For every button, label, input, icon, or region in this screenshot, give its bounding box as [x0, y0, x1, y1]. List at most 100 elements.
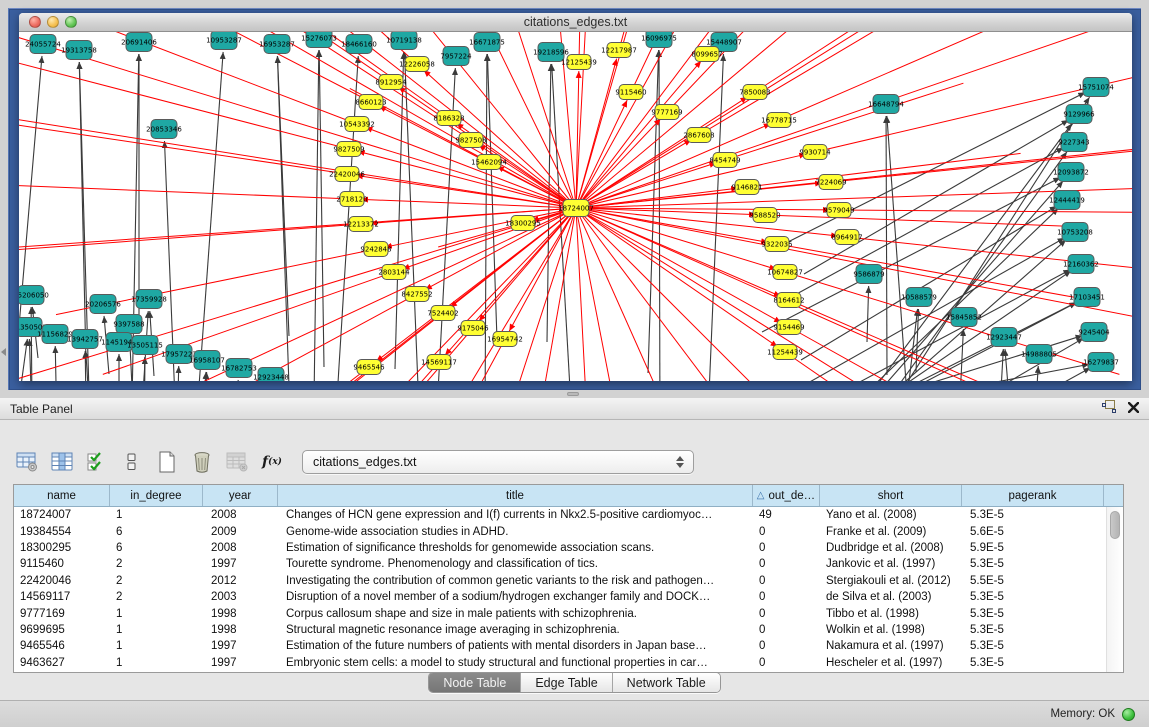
graph-node-cited[interactable]: 16671875	[469, 33, 505, 52]
graph-node-cited[interactable]: 9397588	[113, 315, 144, 334]
cell-out_de[interactable]: 0	[753, 591, 820, 603]
cell-out_de[interactable]: 0	[753, 575, 820, 587]
close-window-button[interactable]	[29, 16, 41, 28]
graph-node-cited[interactable]: 20853346	[146, 120, 182, 139]
graph-node-citing[interactable]: 8912954	[375, 75, 407, 90]
cell-pagerank[interactable]: 5.3E-5	[962, 558, 1104, 570]
cell-pagerank[interactable]: 5.3E-5	[962, 591, 1104, 603]
graph-node-cited[interactable]: 14988805	[1021, 345, 1057, 364]
graph-node-citing[interactable]: 7850083	[739, 85, 770, 100]
graph-node-citing[interactable]: 14569117	[421, 355, 457, 370]
cell-title[interactable]: Embryonic stem cells: a model to study s…	[278, 657, 753, 669]
table-mode-icon[interactable]	[14, 448, 40, 476]
graph-node-cited[interactable]: 13505115	[127, 336, 163, 355]
graph-node-citing[interactable]: 9154469	[773, 320, 804, 335]
citation-network-graph[interactable]: 2405572419313758206914061095328716953287…	[19, 32, 1132, 381]
graph-node-citing[interactable]: 8164612	[773, 293, 804, 308]
column-header-title[interactable]: title	[278, 485, 753, 506]
graph-node-hub[interactable]: 18724007	[558, 200, 594, 217]
cell-in_degree[interactable]: 1	[110, 509, 203, 521]
graph-node-cited[interactable]: 15276073	[301, 32, 337, 48]
column-header-year[interactable]: year	[203, 485, 278, 506]
graph-node-citing[interactable]: 2718120	[336, 192, 367, 207]
cell-name[interactable]: 9115460	[14, 558, 110, 570]
cell-out_de[interactable]: 0	[753, 657, 820, 669]
cell-name[interactable]: 9463627	[14, 657, 110, 669]
tab-node-table[interactable]: Node Table	[429, 673, 521, 692]
table-row[interactable]: 946554611997Estimation of the future num…	[14, 638, 1106, 654]
graph-node-citing[interactable]: 9930714	[799, 145, 831, 160]
cell-name[interactable]: 14569117	[14, 591, 110, 603]
network-window[interactable]: citations_edges.txt 24055724193137582069…	[19, 13, 1132, 381]
graph-node-citing[interactable]: 9322035	[761, 237, 792, 252]
show-column-icon[interactable]	[49, 448, 75, 476]
cell-in_degree[interactable]: 2	[110, 575, 203, 587]
table-panel-header[interactable]: Table Panel	[0, 398, 1149, 420]
cell-name[interactable]: 9699695	[14, 624, 110, 636]
column-header-short[interactable]: short	[820, 485, 962, 506]
graph-node-cited[interactable]: 16648794	[868, 95, 904, 114]
cell-title[interactable]: Tourette syndrome. Phenomenology and cla…	[278, 558, 753, 570]
cell-title[interactable]: Estimation of the future numbers of pati…	[278, 640, 753, 652]
cell-in_degree[interactable]: 6	[110, 526, 203, 538]
memory-status-indicator[interactable]	[1122, 708, 1135, 721]
graph-node-citing[interactable]: 2867608	[683, 128, 714, 143]
graph-node-cited[interactable]: 13942757	[67, 330, 103, 349]
graph-node-cited[interactable]: 18466160	[341, 35, 377, 54]
graph-node-cited[interactable]: 10753208	[1057, 223, 1093, 242]
split-divider-handle[interactable]	[567, 392, 579, 396]
select-columns-icon[interactable]	[84, 448, 110, 476]
scrollbar-thumb[interactable]	[1110, 511, 1120, 539]
graph-node-cited[interactable]: 16958107	[189, 351, 225, 370]
cell-short[interactable]: Stergiakouli et al. (2012)	[820, 575, 962, 587]
graph-node-cited[interactable]: 24055724	[25, 35, 61, 54]
close-panel-icon[interactable]	[1128, 400, 1139, 418]
cell-name[interactable]: 22420046	[14, 575, 110, 587]
graph-node-cited[interactable]: 20206576	[85, 295, 121, 314]
graph-node-citing[interactable]: 10674827	[767, 265, 803, 280]
cell-title[interactable]: Genome-wide association studies in ADHD.	[278, 526, 753, 538]
cell-year[interactable]: 1997	[203, 657, 278, 669]
cell-year[interactable]: 1997	[203, 640, 278, 652]
graph-node-citing[interactable]: 9827508	[455, 133, 486, 148]
graph-node-citing[interactable]: 7224069	[815, 175, 846, 190]
cell-in_degree[interactable]: 1	[110, 640, 203, 652]
graph-node-cited[interactable]: 7957224	[440, 47, 472, 66]
graph-node-cited[interactable]: 9227343	[1058, 133, 1089, 152]
float-panel-icon[interactable]	[1102, 400, 1116, 418]
cell-year[interactable]: 2009	[203, 526, 278, 538]
graph-node-citing[interactable]: 8964917	[831, 230, 862, 245]
cell-title[interactable]: Changes of HCN gene expression and I(f) …	[278, 509, 753, 521]
cell-in_degree[interactable]: 2	[110, 591, 203, 603]
cell-out_de[interactable]: 0	[753, 558, 820, 570]
column-header-name[interactable]: name	[14, 485, 110, 506]
cell-pagerank[interactable]: 5.5E-5	[962, 575, 1104, 587]
import-table-icon-disabled[interactable]	[224, 448, 250, 476]
table-row[interactable]: 977716911998Corpus callosum shape and si…	[14, 605, 1106, 621]
cell-short[interactable]: Tibbo et al. (1998)	[820, 608, 962, 620]
cell-name[interactable]: 18724007	[14, 509, 110, 521]
cell-name[interactable]: 19384554	[14, 526, 110, 538]
graph-node-citing[interactable]: 8186328	[433, 111, 464, 126]
cell-pagerank[interactable]: 5.3E-5	[962, 624, 1104, 636]
graph-node-cited[interactable]: 12923448	[253, 368, 289, 382]
graph-node-cited[interactable]: 20691406	[121, 33, 157, 52]
graph-node-cited[interactable]: 9245404	[1078, 323, 1110, 342]
graph-node-citing[interactable]: 9588520	[749, 208, 780, 223]
table-row[interactable]: 1830029562008Estimation of significance …	[14, 540, 1106, 556]
table-row[interactable]: 969969511998Structural magnetic resonanc…	[14, 622, 1106, 638]
panel-collapse-arrow-icon[interactable]	[1, 348, 6, 356]
graph-node-cited[interactable]: 12923447	[986, 328, 1022, 347]
cell-year[interactable]: 2008	[203, 542, 278, 554]
graph-node-cited[interactable]: 12444419	[1049, 191, 1085, 210]
horizontal-split-divider[interactable]	[0, 390, 1149, 398]
graph-node-cited[interactable]: 16953287	[259, 35, 295, 54]
cell-out_de[interactable]: 0	[753, 526, 820, 538]
graph-node-cited[interactable]: 12160362	[1063, 255, 1099, 274]
column-header-pagerank[interactable]: pagerank	[962, 485, 1104, 506]
minimize-window-button[interactable]	[47, 16, 59, 28]
cell-short[interactable]: de Silva et al. (2003)	[820, 591, 962, 603]
cell-out_de[interactable]: 0	[753, 624, 820, 636]
vertical-scrollbar[interactable]	[1106, 507, 1123, 672]
graph-node-citing[interactable]: 8099657	[691, 47, 722, 62]
